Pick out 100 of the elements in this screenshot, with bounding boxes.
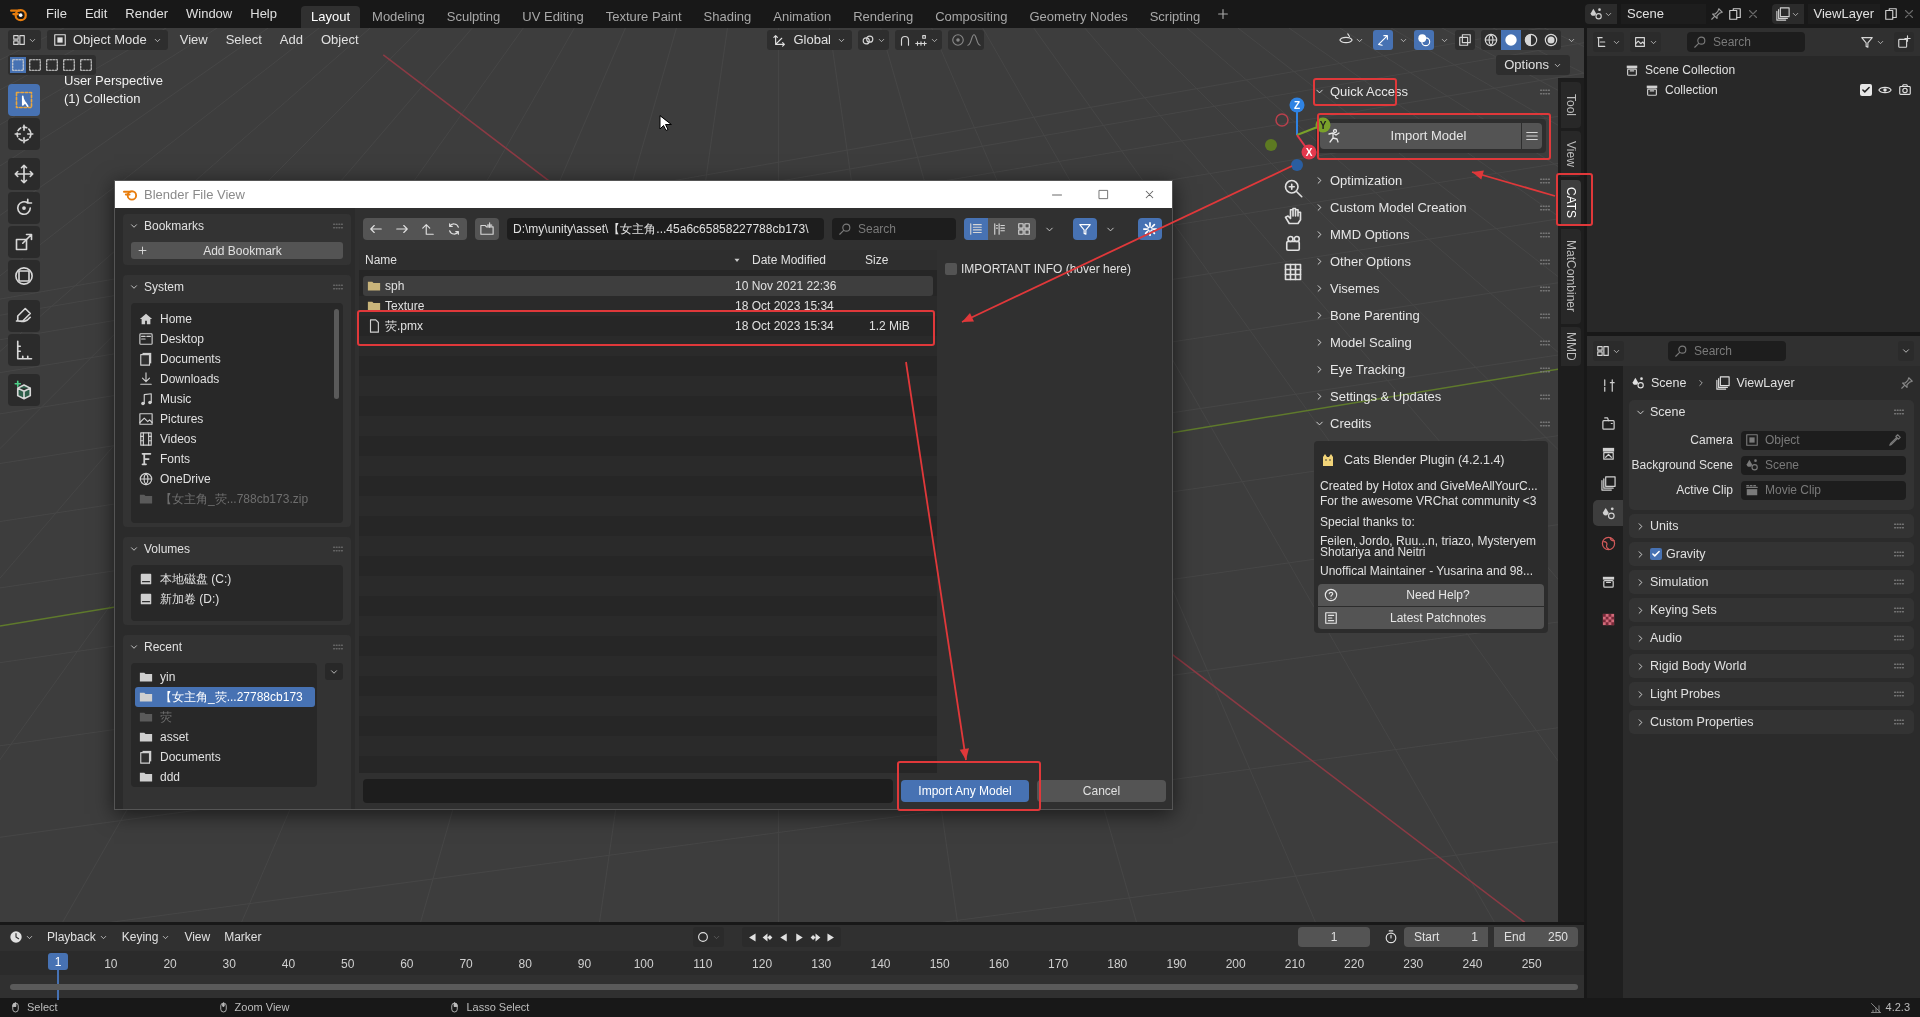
sidebar-tab[interactable]: MatCombiner [1561, 229, 1581, 324]
menu-item[interactable]: Help [242, 4, 285, 24]
panel-header[interactable]: Custom Model Creation [1314, 197, 1467, 218]
frame-number: 120 [752, 956, 773, 973]
frame-number: 40 [281, 956, 296, 973]
path-field[interactable]: D:\my\unity\asset\【女主角...45a6c65858227788cb173\ [507, 218, 824, 240]
sidebar-item[interactable]: asset [135, 727, 315, 747]
panel-header[interactable]: MMD Options [1314, 224, 1410, 245]
sidebar-item[interactable]: ddd [135, 767, 315, 787]
sidebar-item[interactable]: 新加卷 (D:) [135, 589, 343, 609]
sidebar-tab[interactable]: Tool [1561, 82, 1581, 128]
file-row[interactable]: 荧.pmx 18 Oct 2023 15:34 1.2 MiB [363, 316, 933, 336]
axis-handle[interactable]: X [1296, 134, 1317, 160]
menu-item[interactable]: View [180, 928, 215, 946]
start-frame-field[interactable]: Start 1 [1404, 927, 1488, 947]
file-name: Texture [385, 298, 425, 315]
workspace-tab[interactable]: Geometry Nodes [1019, 6, 1138, 28]
axis-handle[interactable]: Z [1289, 97, 1305, 136]
sidebar-item[interactable]: Desktop [135, 329, 329, 349]
field-label: Active Clip [1675, 482, 1733, 499]
workspace-tab[interactable]: Animation [763, 6, 842, 28]
workspace-tab[interactable]: Rendering [843, 6, 924, 28]
panel-header[interactable]: Eye Tracking [1314, 359, 1406, 380]
panel-header[interactable]: Settings & Updates [1314, 386, 1442, 407]
sidebar-item[interactable]: Documents [135, 747, 315, 767]
search-field[interactable]: Search [1687, 32, 1805, 52]
panel-header[interactable]: Model Scaling [1314, 332, 1412, 353]
options-dropdown[interactable]: Options [1496, 55, 1570, 75]
workspace-tab[interactable]: Scripting [1139, 6, 1211, 28]
menu-item[interactable]: Render [117, 4, 176, 24]
end-frame-field[interactable]: End 250 [1494, 927, 1578, 947]
credits-text: Special thanks to: [1319, 513, 1416, 531]
patchnotes-button[interactable]: Latest Patchnotes [1318, 606, 1544, 629]
sidebar-tab[interactable]: MMD [1561, 327, 1581, 366]
column-header[interactable]: Date Modified [746, 251, 859, 269]
current-frame-field[interactable]: 1 [1298, 927, 1370, 947]
menu-item[interactable]: Select [219, 30, 268, 50]
column-header[interactable]: Size [859, 251, 889, 269]
help-button[interactable]: Need Help? [1318, 583, 1544, 606]
menu-item[interactable]: Add [273, 30, 309, 50]
menu-item[interactable]: Object [314, 30, 365, 50]
add-bookmark-button[interactable]: Add Bookmark [131, 242, 343, 259]
sidebar-item[interactable]: 【女主角_荧...27788cb173 [135, 687, 315, 707]
column-header[interactable]: Name [359, 251, 732, 269]
menu-item[interactable]: Edit [76, 4, 116, 24]
frame-number: 130 [811, 956, 832, 973]
sidebar-tab[interactable]: CATS [1561, 180, 1581, 226]
sidebar-item[interactable]: 本地磁盘 (C:) [135, 569, 343, 589]
menu-item[interactable]: Keying [117, 928, 175, 946]
workspace-tab[interactable]: Sculpting [436, 6, 511, 28]
scene-field[interactable]: Scene [1621, 4, 1706, 24]
outliner-item[interactable]: Scene Collection [1645, 61, 1736, 79]
cancel-button[interactable]: Cancel [1037, 780, 1166, 802]
workspace-tab[interactable]: Texture Paint [595, 6, 692, 28]
panel-header[interactable]: Bookmarks [129, 217, 205, 235]
workspace-tab[interactable]: Compositing [925, 6, 1018, 28]
view-layer-field[interactable]: ViewLayer [1807, 4, 1880, 24]
sidebar-item[interactable]: yin [135, 667, 315, 687]
search-field[interactable]: Search [1668, 341, 1786, 361]
sidebar-item[interactable]: Music [135, 389, 329, 409]
clip-field[interactable]: Movie Clip [1741, 480, 1906, 500]
panel-header[interactable]: Optimization [1314, 170, 1403, 191]
import-any-model-button[interactable]: Import Any Model [901, 780, 1029, 802]
outliner-item[interactable]: Collection [1665, 81, 1718, 99]
object-field[interactable]: Object [1741, 430, 1906, 450]
panel-header[interactable]: Recent [129, 638, 183, 656]
mode-dropdown[interactable]: Object Mode [47, 30, 168, 50]
file-row[interactable]: Texture 18 Oct 2023 15:34 [363, 296, 933, 316]
sidebar-tab[interactable]: View [1561, 131, 1581, 177]
credits-text: Unoffical Maintainer - Yusarina and 98... [1319, 562, 1535, 580]
panel-header[interactable]: Volumes [129, 540, 191, 558]
menu-item[interactable]: File [38, 4, 75, 24]
panel-header[interactable]: Visemes [1314, 278, 1380, 299]
sidebar-item[interactable]: Downloads [135, 369, 329, 389]
sidebar-item[interactable]: Home [135, 309, 329, 329]
panel-header[interactable]: System [129, 278, 184, 296]
workspace-tab[interactable]: Modeling [362, 6, 435, 28]
panel-header[interactable]: Bone Parenting [1314, 305, 1420, 326]
panel-header[interactable]: Credits [1314, 413, 1372, 434]
workspace-tab[interactable]: Shading [693, 6, 762, 28]
sidebar-item[interactable]: Pictures [135, 409, 329, 429]
file-row[interactable]: sph 10 Nov 2021 22:36 [363, 276, 933, 296]
panel-title: Simulation [1650, 573, 1709, 591]
search-field[interactable]: Search [832, 218, 956, 240]
panel-header[interactable]: Other Options [1314, 251, 1411, 272]
sidebar-item[interactable]: Fonts [135, 449, 329, 469]
menu-item[interactable]: Window [178, 4, 241, 24]
menu-item[interactable]: Marker [220, 928, 266, 946]
menu-item[interactable]: Playback [43, 928, 112, 946]
playhead[interactable]: 1 [48, 953, 68, 970]
sidebar-item[interactable]: Videos [135, 429, 329, 449]
version-text: 4.2.3 [1885, 1000, 1910, 1016]
menu-item[interactable]: View [173, 30, 214, 50]
orientation-dropdown[interactable]: Global [767, 30, 852, 50]
workspace-tab[interactable]: Layout [301, 6, 361, 28]
sidebar-item[interactable]: Documents [135, 349, 329, 369]
scene-field[interactable]: Scene [1741, 455, 1906, 475]
sidebar-item[interactable]: OneDrive [135, 469, 329, 489]
panel-title: Units [1650, 517, 1679, 535]
workspace-tab[interactable]: UV Editing [512, 6, 594, 28]
